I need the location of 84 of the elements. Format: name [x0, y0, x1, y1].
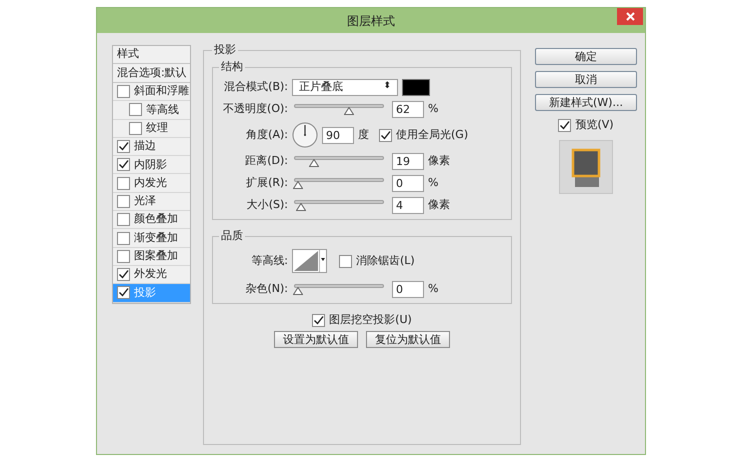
list-item[interactable]: 斜面和浮雕 [113, 83, 190, 102]
item-label: 渐变叠加 [134, 230, 178, 246]
checked-checkbox[interactable] [379, 128, 392, 142]
checkbox[interactable] [117, 176, 130, 190]
checked-checkbox[interactable] [117, 140, 130, 154]
checkbox[interactable] [117, 85, 130, 98]
unit-label: 像素 [428, 196, 450, 213]
preview-checkbox[interactable]: 预览(V) [558, 117, 614, 134]
list-header: 样式 [113, 46, 190, 64]
checked-checkbox[interactable] [117, 158, 130, 172]
number-field[interactable]: 0 [392, 280, 424, 298]
knockout-checkbox[interactable]: 图层挖空投影(U) [312, 312, 412, 328]
slider[interactable] [293, 104, 385, 114]
checkbox[interactable] [117, 250, 130, 263]
angle-dial[interactable] [292, 122, 318, 148]
list-item[interactable]: 光泽 [113, 192, 190, 212]
item-label: 内发光 [134, 174, 167, 191]
blend-mode-dropdown[interactable]: 正片叠底 ⬍ [292, 78, 398, 96]
default-button[interactable]: 设置为默认值 [274, 330, 358, 348]
slider[interactable] [293, 200, 385, 210]
list-item[interactable]: 图案叠加 [113, 248, 190, 266]
list-item[interactable]: 纹理 [113, 120, 190, 138]
item-label: 颜色叠加 [134, 211, 178, 228]
checked-checkbox[interactable] [312, 314, 326, 327]
checkbox[interactable] [129, 103, 142, 116]
field-label: 角度(A): [245, 126, 288, 143]
checkbox[interactable] [129, 122, 142, 135]
slider[interactable] [293, 284, 385, 294]
default-button[interactable]: 复位为默认值 [366, 330, 450, 348]
field-label: 等高线: [250, 252, 288, 269]
caret-icon[interactable] [319, 250, 326, 272]
number-field[interactable]: 19 [392, 152, 424, 170]
list-item[interactable]: 等高线 [113, 101, 190, 120]
list-item[interactable]: 描边 [113, 138, 190, 156]
anti-alias-checkbox[interactable]: 消除锯齿(L) [339, 252, 415, 270]
preview-square-drawing [569, 146, 603, 186]
unit-label: % [428, 174, 438, 191]
contour-curve-icon [293, 250, 319, 272]
field-label: 大小(S): [246, 196, 288, 213]
checked-checkbox[interactable] [117, 286, 130, 300]
slider[interactable] [293, 178, 385, 188]
checkbox[interactable] [117, 213, 130, 226]
checked-checkbox[interactable] [558, 118, 572, 132]
item-label: 内阴影 [134, 156, 167, 173]
item-label: 描边 [134, 138, 156, 154]
unit-label: % [428, 100, 438, 117]
dialog-button[interactable]: 取消 [535, 71, 637, 88]
unit-label: 像素 [428, 152, 450, 169]
list-item[interactable]: 渐变叠加 [113, 229, 190, 248]
item-label: 斜面和浮雕 [134, 83, 189, 100]
close-icon [626, 12, 634, 21]
close-button[interactable] [617, 8, 643, 25]
item-label: 等高线 [146, 102, 179, 118]
item-label: 纹理 [146, 120, 168, 136]
dialog-button[interactable]: 确定 [535, 48, 637, 65]
global-light-checkbox[interactable]: 使用全局光(G) [379, 126, 468, 144]
list-item[interactable]: 混合选项:默认 [113, 64, 190, 83]
number-field[interactable]: 0 [392, 174, 424, 192]
field-label: 扩展(R): [245, 174, 288, 191]
number-field[interactable]: 62 [392, 100, 424, 118]
window-title: 图层样式 [347, 12, 395, 30]
field-label: 混合模式(B): [223, 78, 288, 95]
number-field[interactable]: 4 [392, 196, 424, 214]
checked-checkbox[interactable] [117, 268, 130, 282]
slider[interactable] [293, 156, 385, 166]
item-label: 光泽 [134, 193, 156, 210]
list-item[interactable]: 内阴影 [113, 156, 190, 174]
color-swatch[interactable] [402, 78, 430, 96]
checkbox[interactable] [117, 194, 130, 208]
item-label: 图案叠加 [134, 248, 178, 264]
list-item[interactable]: 内发光 [113, 174, 190, 193]
field-label: 不透明度(O): [222, 100, 288, 117]
number-field[interactable]: 90 [322, 126, 354, 144]
item-label: 外发光 [134, 266, 167, 282]
item-label: 投影 [134, 284, 156, 301]
checkbox[interactable] [117, 232, 130, 245]
unit-label: % [428, 280, 438, 297]
checkbox[interactable] [339, 254, 352, 268]
unit-label: 度 [358, 126, 369, 143]
list-item[interactable]: 颜色叠加 [113, 211, 190, 230]
dialog-button[interactable]: 新建样式(W)... [535, 94, 637, 111]
field-label: 距离(D): [244, 152, 288, 169]
field-label: 杂色(N): [244, 280, 288, 297]
dropdown-arrow: ⬍ [383, 80, 391, 94]
